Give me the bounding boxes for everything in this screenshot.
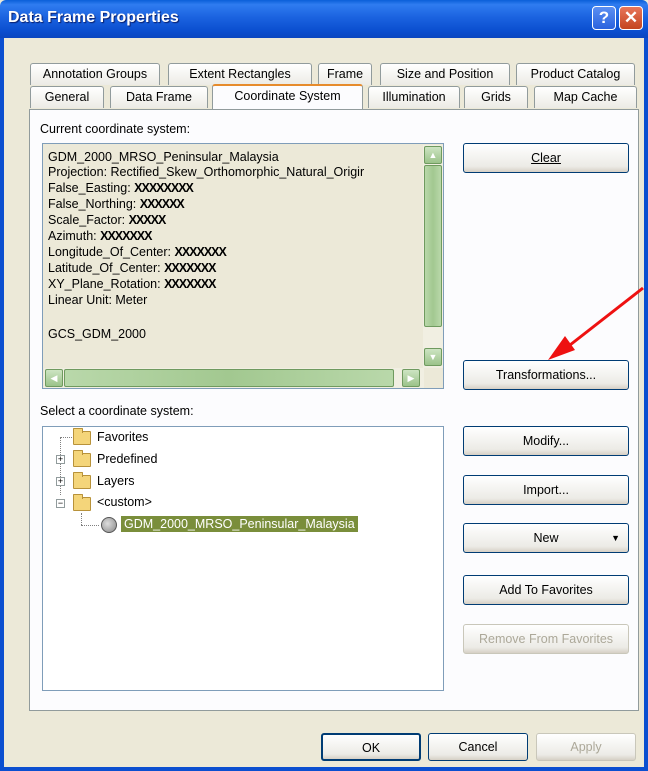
arrow-shaft bbox=[569, 286, 644, 347]
annotation-arrow bbox=[548, 286, 644, 360]
arrow-head bbox=[548, 336, 575, 360]
tab-coordinate-system[interactable]: Coordinate System bbox=[212, 84, 363, 109]
